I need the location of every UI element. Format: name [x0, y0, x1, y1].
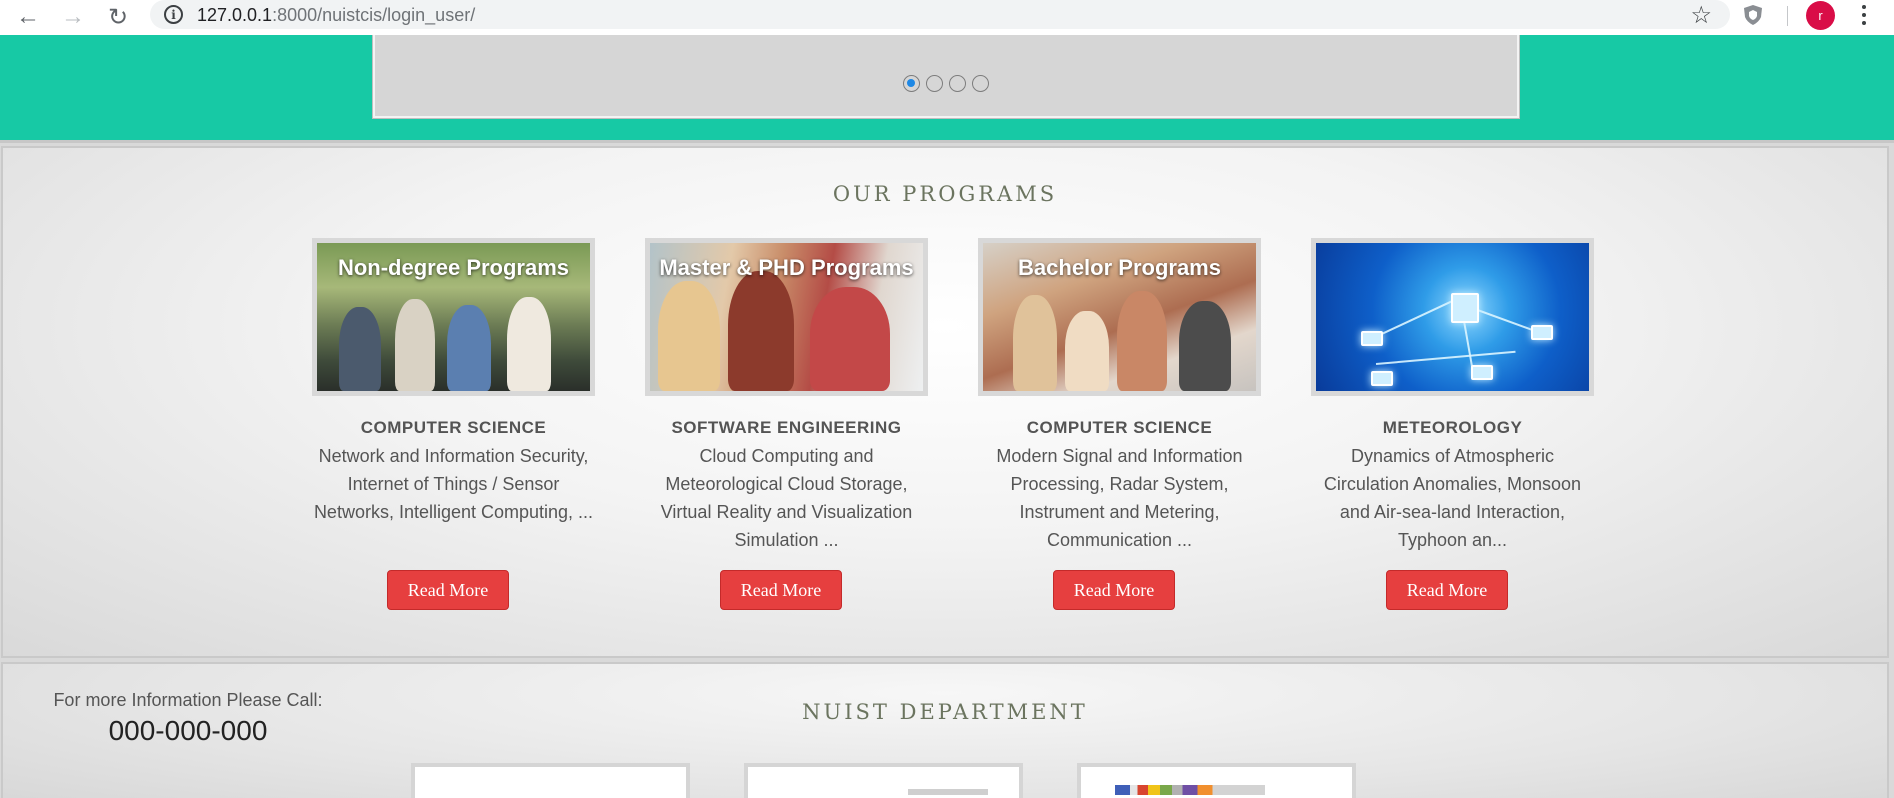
url-host: 127.0.0.1: [197, 5, 273, 25]
department-section: For more Information Please Call: 000-00…: [1, 662, 1889, 798]
program-card-2: Master & PHD Programs SOFTWARE ENGINEERI…: [645, 238, 928, 554]
read-more-button-4[interactable]: Read More: [1386, 570, 1508, 610]
program-image-network: [1311, 238, 1594, 396]
program-description: Modern Signal and Information Processing…: [996, 446, 1243, 550]
url-text[interactable]: 127.0.0.1:8000/nuistcis/login_user/: [197, 5, 475, 26]
program-title: METEOROLOGY: [1382, 418, 1523, 437]
program-description: Network and Information Security, Intern…: [313, 446, 594, 522]
program-title: SOFTWARE ENGINEERING: [671, 418, 902, 437]
department-image: [1115, 785, 1265, 795]
url-path: :8000/nuistcis/login_user/: [272, 5, 476, 25]
image-slider: [373, 35, 1519, 118]
slider-dots: [375, 75, 1517, 92]
program-title: COMPUTER SCIENCE: [360, 418, 547, 437]
slider-dot-4[interactable]: [972, 75, 989, 92]
read-more-button-1[interactable]: Read More: [387, 570, 509, 610]
read-more-button-2[interactable]: Read More: [720, 570, 842, 610]
bookmark-star-icon[interactable]: ☆: [1690, 1, 1712, 30]
slider-dot-1[interactable]: [903, 75, 920, 92]
browser-menu-icon[interactable]: [1855, 2, 1873, 28]
program-image-caption: Non-degree Programs: [337, 255, 570, 280]
program-card-3: Bachelor Programs COMPUTER SCIENCE Moder…: [978, 238, 1261, 554]
reload-icon[interactable]: ↻: [103, 3, 133, 31]
department-card-1[interactable]: [411, 763, 690, 798]
program-description: Dynamics of Atmospheric Circulation Anom…: [1323, 446, 1582, 550]
toolbar-divider: [1787, 6, 1788, 26]
program-image-bachelor: Bachelor Programs: [978, 238, 1261, 396]
programs-section: OUR PROGRAMS Non-degree Programs COMPUTE…: [1, 146, 1889, 658]
department-title: NUIST DEPARTMENT: [802, 700, 1088, 724]
program-title: COMPUTER SCIENCE: [1026, 418, 1213, 437]
profile-avatar[interactable]: r: [1806, 1, 1835, 30]
slider-dot-3[interactable]: [949, 75, 966, 92]
forward-arrow-icon[interactable]: →: [58, 3, 88, 31]
back-arrow-icon[interactable]: ←: [13, 3, 43, 31]
info-icon[interactable]: i: [164, 5, 183, 24]
department-logo-image: [444, 775, 449, 787]
programs-title: OUR PROGRAMS: [832, 182, 1058, 206]
slider-dot-2[interactable]: [926, 75, 943, 92]
department-image: [908, 789, 988, 795]
address-bar[interactable]: i 127.0.0.1:8000/nuistcis/login_user/ ☆: [150, 0, 1730, 29]
page-viewport: OUR PROGRAMS Non-degree Programs COMPUTE…: [0, 35, 1894, 798]
program-image-caption: Master & PHD Programs: [659, 255, 914, 280]
department-card-2[interactable]: [744, 763, 1023, 798]
program-card-1: Non-degree Programs COMPUTER SCIENCE Net…: [312, 238, 595, 526]
program-description: Cloud Computing and Meteorological Cloud…: [660, 446, 913, 550]
program-image-non-degree: Non-degree Programs: [312, 238, 595, 396]
program-image-master-phd: Master & PHD Programs: [645, 238, 928, 396]
department-card-3[interactable]: [1077, 763, 1356, 798]
read-more-button-3[interactable]: Read More: [1053, 570, 1175, 610]
program-card-4: METEOROLOGY Dynamics of Atmospheric Circ…: [1311, 238, 1594, 554]
hero-section: [0, 35, 1894, 143]
shield-extension-icon[interactable]: [1742, 4, 1764, 26]
browser-toolbar: ← → ↻ i 127.0.0.1:8000/nuistcis/login_us…: [0, 0, 1894, 35]
program-image-caption: Bachelor Programs: [1018, 255, 1221, 280]
